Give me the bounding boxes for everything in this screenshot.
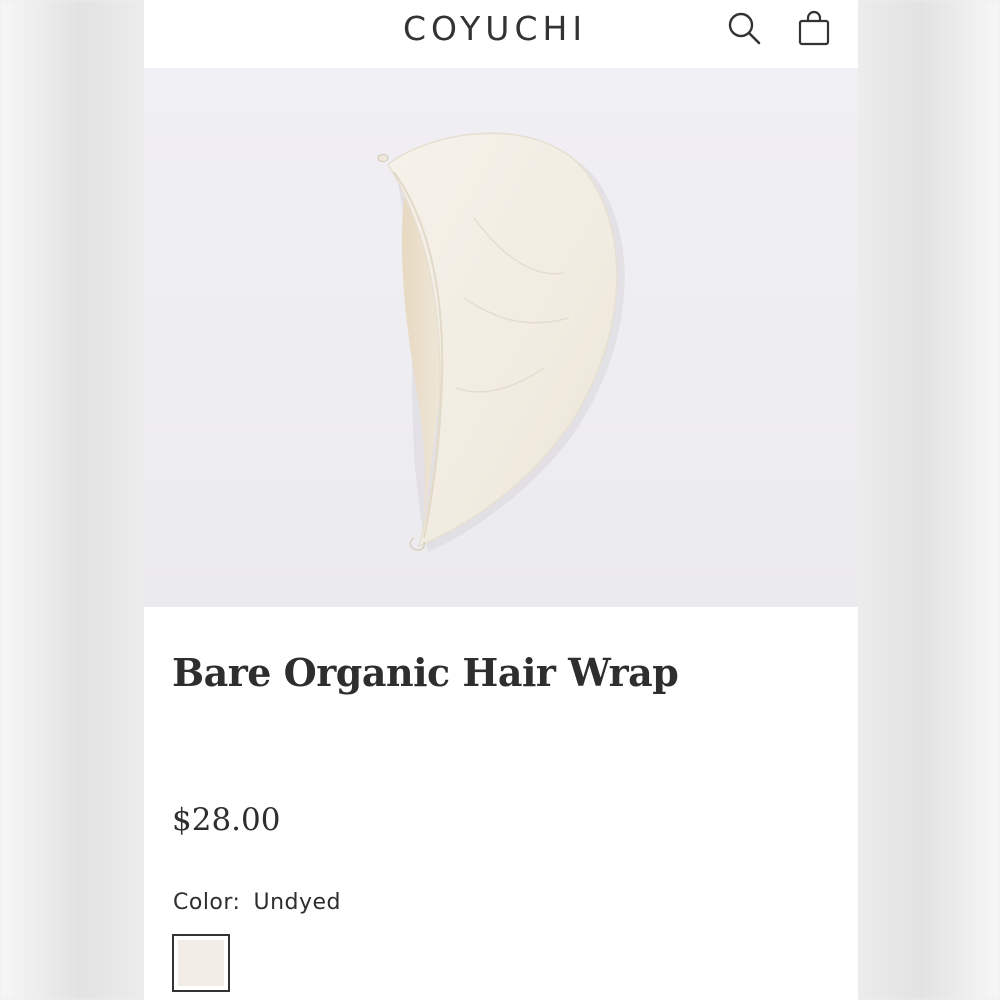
right-blurred-backdrop <box>858 0 1000 1000</box>
color-label: Color: <box>173 890 241 915</box>
product-price: $28.00 <box>172 802 281 838</box>
product-image[interactable] <box>144 68 858 607</box>
site-header: COYUCHI <box>144 0 858 68</box>
swatch-color-fill <box>178 940 224 986</box>
color-value: Undyed <box>253 890 341 915</box>
cart-button[interactable] <box>794 8 834 48</box>
shopping-bag-icon <box>798 10 830 46</box>
left-blurred-backdrop <box>0 0 144 1000</box>
product-title: Bare Organic Hair Wrap <box>172 650 679 695</box>
hair-wrap-illustration <box>377 132 625 552</box>
search-icon <box>728 12 761 45</box>
color-selector-label: Color: Undyed <box>173 890 341 915</box>
product-page: COYUCHI Bare Organic Hair Wrap $28.00 Co… <box>144 0 858 1000</box>
brand-logo[interactable]: COYUCHI <box>382 4 608 54</box>
search-button[interactable] <box>724 8 764 48</box>
color-swatch-undyed[interactable] <box>172 934 230 992</box>
